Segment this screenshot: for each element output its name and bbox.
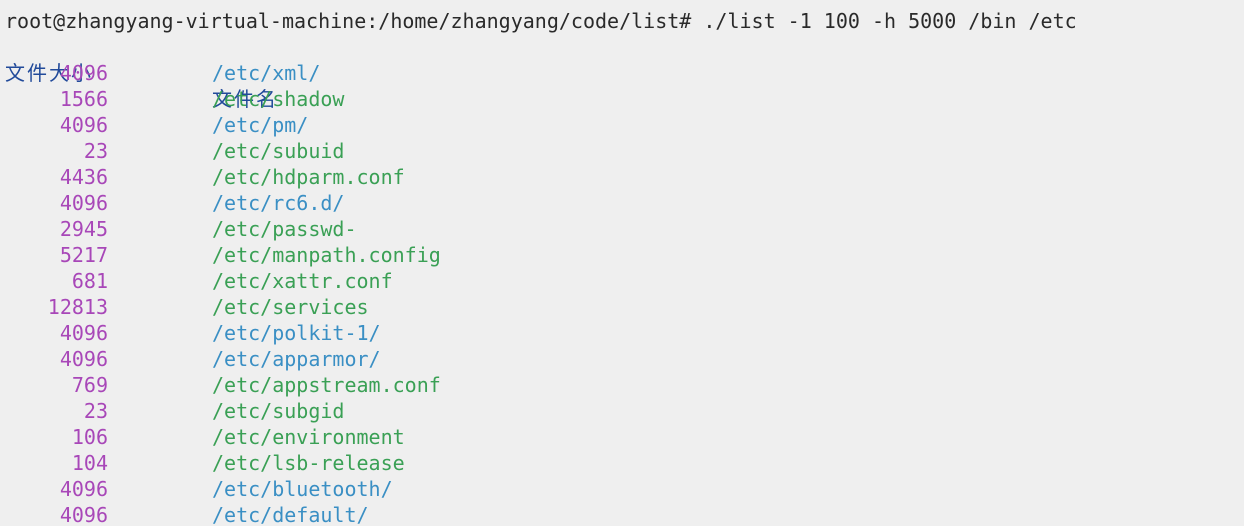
file-size: 23 (83, 139, 108, 163)
file-path: /etc/services (212, 295, 369, 319)
list-item: 4436/etc/hdparm.conf (5, 164, 1244, 190)
file-size: 106 (71, 425, 108, 449)
directory-path: /etc/bluetooth/ (212, 477, 393, 501)
file-size: 4096 (59, 61, 108, 85)
file-path: /etc/lsb-release (212, 451, 405, 475)
file-size: 4096 (59, 347, 108, 371)
list-item: 12813/etc/services (5, 294, 1244, 320)
file-size: 4096 (59, 113, 108, 137)
list-item: 104/etc/lsb-release (5, 450, 1244, 476)
list-item: 1566/etc/shadow (5, 86, 1244, 112)
file-size: 104 (71, 451, 108, 475)
command-line: root@zhangyang-virtual-machine:/home/zha… (5, 8, 1244, 34)
file-size: 4096 (59, 191, 108, 215)
file-path: /etc/passwd- (212, 217, 357, 241)
file-size: 681 (71, 269, 108, 293)
file-path: /etc/hdparm.conf (212, 165, 405, 189)
file-size: 23 (83, 399, 108, 423)
shell-prompt: root@zhangyang-virtual-machine:/home/zha… (5, 9, 704, 33)
list-item: 4096/etc/pm/ (5, 112, 1244, 138)
directory-path: /etc/rc6.d/ (212, 191, 345, 215)
file-size: 12813 (47, 295, 108, 319)
file-path: /etc/xattr.conf (212, 269, 393, 293)
list-item: 23/etc/subuid (5, 138, 1244, 164)
file-size: 4096 (59, 477, 108, 501)
list-item: 769/etc/appstream.conf (5, 372, 1244, 398)
list-item: 4096/etc/bluetooth/ (5, 476, 1244, 502)
list-item: 681/etc/xattr.conf (5, 268, 1244, 294)
list-item: 4096/etc/default/ (5, 502, 1244, 526)
list-item: 4096/etc/xml/ (5, 60, 1244, 86)
output-list: 4096/etc/xml/1566/etc/shadow 4096/etc/pm/… (5, 60, 1244, 526)
directory-path: /etc/default/ (212, 503, 369, 526)
file-size: 2945 (59, 217, 108, 241)
file-size: 4096 (59, 503, 108, 526)
file-path: /etc/shadow (212, 87, 345, 111)
terminal-window[interactable]: root@zhangyang-virtual-machine:/home/zha… (0, 0, 1244, 526)
list-item: 23/etc/subgid (5, 398, 1244, 424)
file-size: 4096 (59, 321, 108, 345)
list-item: 4096/etc/apparmor/ (5, 346, 1244, 372)
list-item: 2945/etc/passwd- (5, 216, 1244, 242)
file-size: 4436 (59, 165, 108, 189)
directory-path: /etc/pm/ (212, 113, 309, 137)
directory-path: /etc/xml/ (212, 61, 321, 85)
output-header: 文件大小 文件名 (5, 34, 1244, 111)
list-item: 106/etc/environment (5, 424, 1244, 450)
file-path: /etc/subuid (212, 139, 345, 163)
file-path: /etc/appstream.conf (212, 373, 441, 397)
list-item: 4096/etc/rc6.d/ (5, 190, 1244, 216)
file-size: 769 (71, 373, 108, 397)
file-path: /etc/manpath.config (212, 243, 441, 267)
list-item: 4096/etc/polkit-1/ (5, 320, 1244, 346)
file-path: /etc/environment (212, 425, 405, 449)
file-path: /etc/subgid (212, 399, 345, 423)
command-text: ./list -1 100 -h 5000 /bin /etc (703, 9, 1077, 33)
list-item: 5217/etc/manpath.config (5, 242, 1244, 268)
directory-path: /etc/apparmor/ (212, 347, 381, 371)
file-size: 1566 (59, 87, 108, 111)
file-size: 5217 (59, 243, 108, 267)
directory-path: /etc/polkit-1/ (212, 321, 381, 345)
